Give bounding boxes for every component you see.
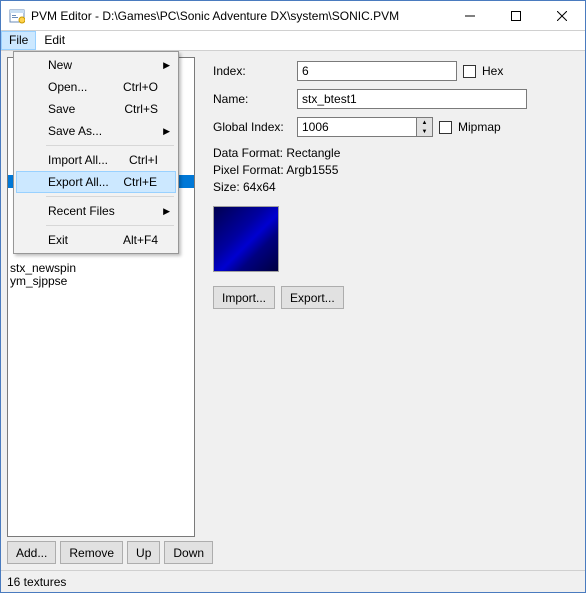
chevron-right-icon: ▶ [163, 126, 170, 137]
menubar: File Edit [1, 31, 585, 51]
up-button[interactable]: Up [127, 541, 160, 564]
status-text: 16 textures [7, 575, 66, 589]
maximize-button[interactable] [493, 1, 539, 30]
menu-exit[interactable]: ExitAlt+F4 [16, 229, 176, 251]
window-title: PVM Editor - D:\Games\PC\Sonic Adventure… [31, 9, 447, 23]
menu-separator [46, 225, 174, 226]
minimize-button[interactable] [447, 1, 493, 30]
menu-recent-files[interactable]: Recent Files▶ [16, 200, 176, 222]
name-field[interactable] [297, 89, 527, 109]
mipmap-label: Mipmap [458, 120, 501, 134]
index-label: Index: [213, 64, 291, 78]
menu-export-all[interactable]: Export All...Ctrl+E [16, 171, 176, 193]
file-menu-dropdown: New▶ Open...Ctrl+O SaveCtrl+S Save As...… [13, 51, 179, 254]
import-button[interactable]: Import... [213, 286, 275, 309]
menu-edit[interactable]: Edit [36, 31, 73, 50]
data-format-label: Data Format: Rectangle [213, 145, 573, 162]
chevron-right-icon: ▶ [163, 60, 170, 71]
right-pane: Index: Hex Name: Global Index: ▲▼ Mipmap… [201, 51, 585, 570]
chevron-right-icon: ▶ [163, 206, 170, 217]
global-index-spinner[interactable]: ▲▼ [417, 117, 433, 137]
texture-preview [213, 206, 279, 272]
titlebar: PVM Editor - D:\Games\PC\Sonic Adventure… [1, 1, 585, 31]
list-item[interactable]: ym_sjppse [10, 275, 76, 288]
export-button[interactable]: Export... [281, 286, 344, 309]
menu-separator [46, 196, 174, 197]
app-icon [9, 8, 25, 24]
statusbar: 16 textures [1, 570, 585, 592]
pixel-format-label: Pixel Format: Argb1555 [213, 162, 573, 179]
menu-file[interactable]: File [1, 31, 36, 50]
hex-label: Hex [482, 64, 503, 78]
add-button[interactable]: Add... [7, 541, 56, 564]
menu-save-as[interactable]: Save As...▶ [16, 120, 176, 142]
close-button[interactable] [539, 1, 585, 30]
menu-separator [46, 145, 174, 146]
global-index-label: Global Index: [213, 120, 291, 134]
remove-button[interactable]: Remove [60, 541, 123, 564]
menu-open[interactable]: Open...Ctrl+O [16, 76, 176, 98]
menu-new[interactable]: New▶ [16, 54, 176, 76]
chevron-down-icon: ▼ [417, 127, 432, 136]
name-label: Name: [213, 92, 291, 106]
list-visible-items: stx_newspin ym_sjppse [10, 262, 76, 288]
menu-save[interactable]: SaveCtrl+S [16, 98, 176, 120]
menu-import-all[interactable]: Import All...Ctrl+I [16, 149, 176, 171]
chevron-up-icon: ▲ [417, 118, 432, 127]
texture-info: Data Format: Rectangle Pixel Format: Arg… [213, 145, 573, 196]
hex-checkbox[interactable] [463, 65, 476, 78]
global-index-field[interactable] [297, 117, 417, 137]
mipmap-checkbox[interactable] [439, 121, 452, 134]
list-buttons: Add... Remove Up Down [7, 541, 195, 564]
window: PVM Editor - D:\Games\PC\Sonic Adventure… [0, 0, 586, 593]
size-label: Size: 64x64 [213, 179, 573, 196]
index-field[interactable] [297, 61, 457, 81]
